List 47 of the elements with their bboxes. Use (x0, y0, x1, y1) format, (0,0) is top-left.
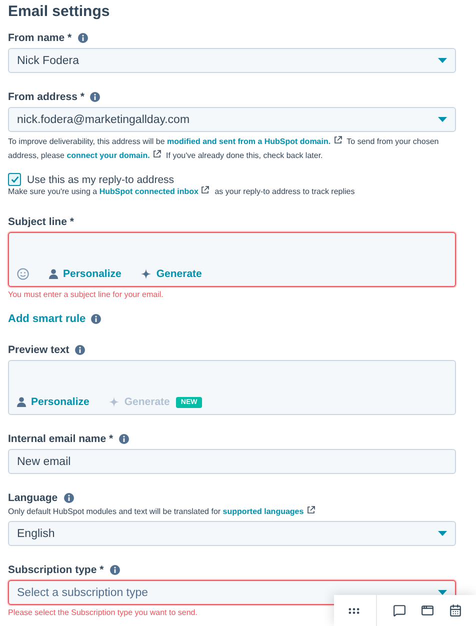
field-label: From address * (8, 91, 84, 103)
info-icon[interactable] (78, 33, 88, 43)
sparkle-icon (141, 269, 152, 279)
info-icon[interactable] (75, 345, 86, 355)
personalize-button[interactable]: Personalize (17, 396, 90, 408)
help-link[interactable]: supported languages (222, 507, 304, 516)
window-icon (420, 604, 434, 617)
field-label: Subject line * (8, 216, 74, 228)
field-label: Preview text (8, 344, 70, 356)
field-label: From name * (8, 32, 72, 44)
person-icon (49, 269, 58, 279)
page-title: Email settings (8, 3, 111, 20)
field-label: Subscription type * (8, 564, 104, 576)
text-field[interactable]: New email (8, 449, 456, 474)
info-icon[interactable] (64, 493, 74, 503)
text-editor[interactable]: Personalize Generate (8, 232, 456, 287)
dropdown-field[interactable]: English (8, 521, 456, 546)
dropdown-field[interactable]: nick.fodera@marketingallday.com (8, 107, 456, 132)
info-icon[interactable] (90, 314, 101, 324)
info-icon[interactable] (90, 92, 100, 102)
generate-button[interactable]: Generate (141, 268, 202, 280)
help-text: To improve deliverability, this address will be modified and sent from a HubSpot domain. To send from your chosen address, please connect your domain. If you've already done this, check back later. (8, 135, 440, 162)
caret-icon (438, 531, 447, 536)
add-smart-rule-link[interactable]: Add smart rule (8, 313, 86, 325)
caret-icon (438, 117, 447, 122)
sparkle-icon (109, 397, 120, 407)
calendar-icon (448, 604, 462, 617)
emoji-button[interactable] (17, 268, 29, 280)
field-label: Language (8, 492, 58, 504)
help-link[interactable]: modified and sent from a HubSpot domain. (167, 137, 331, 146)
dropdown-field[interactable]: Nick Fodera (8, 48, 456, 73)
help-text: Make sure you're using a HubSpot connected inbox as your reply-to address to track replies (8, 186, 356, 198)
field-label: Internal email name * (8, 433, 114, 445)
field-description: Only default HubSpot modules and text will be translated for supported languages (8, 506, 456, 518)
checkbox[interactable] (8, 173, 21, 186)
caret-icon (438, 58, 447, 63)
error-message: Please select the Subscription type you want to send. (8, 608, 198, 617)
personalize-button[interactable]: Personalize (49, 268, 122, 280)
info-icon[interactable] (119, 434, 130, 444)
info-icon[interactable] (110, 565, 120, 575)
checkbox-label: Use this as my reply-to address (27, 174, 174, 186)
smiley-icon (17, 268, 29, 280)
chat-bubble-icon (392, 604, 406, 617)
person-icon (17, 397, 26, 407)
help-link[interactable]: connect your domain. (66, 151, 150, 160)
help-link[interactable]: HubSpot connected inbox (99, 187, 198, 196)
error-message: You must enter a subject line for your email. (8, 290, 164, 299)
